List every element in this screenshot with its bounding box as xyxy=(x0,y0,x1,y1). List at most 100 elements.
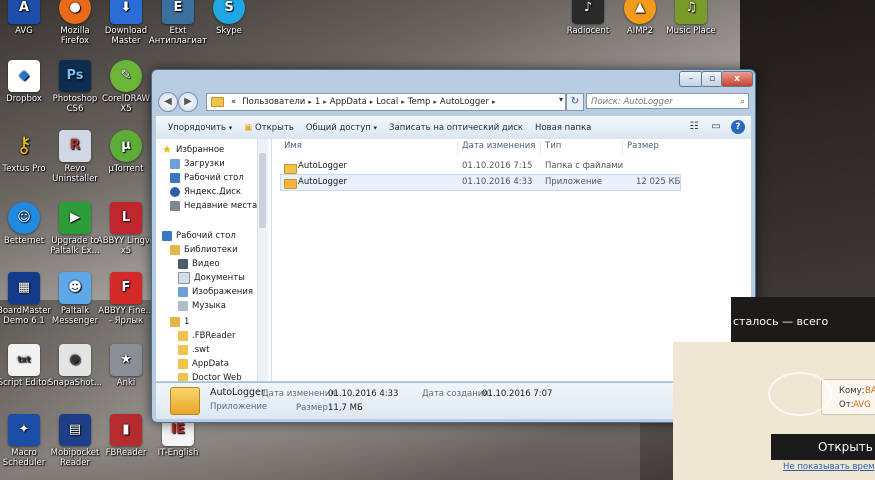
book-icon: L xyxy=(110,202,142,234)
notification-header: сталось — всего xyxy=(731,297,875,342)
desktop-icon-fbreader[interactable]: ▮ FBReader xyxy=(96,414,156,458)
search-input[interactable]: Поиск: AutoLogger ⌕ xyxy=(586,93,749,109)
breadcrumb-item[interactable]: AppData xyxy=(327,97,370,107)
column-divider[interactable] xyxy=(540,141,541,155)
nav-label: AppData xyxy=(192,359,229,369)
breadcrumb-item[interactable]: 1 xyxy=(312,97,323,107)
back-button[interactable]: ◀ xyxy=(158,92,178,112)
nav-item-downloads[interactable]: Загрузки xyxy=(170,157,225,171)
desktop-icon-label: Mozilla Firefox xyxy=(60,26,90,46)
forward-button[interactable]: ▶ xyxy=(178,92,198,112)
column-header-name[interactable]: Имя xyxy=(284,141,302,155)
minimize-button[interactable]: – xyxy=(679,71,703,87)
column-divider[interactable] xyxy=(622,141,623,155)
nav-label: Изображения xyxy=(192,287,254,297)
desktop-icon-label: Photoshop CS6 xyxy=(52,94,98,114)
column-header-type[interactable]: Тип xyxy=(545,141,561,155)
revo-icon: R xyxy=(59,130,91,162)
file-row[interactable]: AutoLogger 01.10.2016 7:15 Папка с файла… xyxy=(280,159,681,174)
desktop-icon-anki[interactable]: ★ Anki xyxy=(96,344,156,388)
desktop-icon-label: Upgrade to Paltalk Ex... xyxy=(50,236,100,256)
nav-item-yandex[interactable]: Яндекс.Диск xyxy=(170,185,241,199)
desktop-icon-coreldraw[interactable]: ✎ CorelDRAW X5 xyxy=(96,60,156,114)
desktop-icon-radiocent[interactable]: ♪ Radiocent xyxy=(558,0,618,36)
ribbon-icon xyxy=(768,372,832,416)
breadcrumb-item[interactable]: Пользователи xyxy=(239,97,308,107)
nav-item-appdata[interactable]: AppData xyxy=(178,357,229,371)
desktop-icon-label: Mobipocket Reader xyxy=(50,448,100,468)
open-button[interactable]: Открыть xyxy=(771,434,875,460)
desktop-icon-utorrent[interactable]: µ µTorrent xyxy=(96,130,156,174)
breadcrumb-item[interactable]: Temp xyxy=(405,97,434,107)
download-folder-icon xyxy=(170,159,180,169)
desktop-icon-label: Macro Scheduler xyxy=(2,448,46,468)
view-controls: ☷ ▭ ? xyxy=(687,120,745,134)
open-button[interactable]: ▣ Открыть xyxy=(238,123,300,133)
preview-pane-icon[interactable]: ▭ xyxy=(709,120,723,134)
etxt-icon: E xyxy=(162,0,194,24)
nav-item-video[interactable]: Видео xyxy=(178,257,220,271)
desktop-icon-music-place[interactable]: ♫ Music Place xyxy=(661,0,721,36)
desktop-icon-label: FBReader xyxy=(105,448,147,458)
details-pane: AutoLogger Приложение Дата изменения: 01… xyxy=(156,382,751,419)
desktop-icon-abbyy-fine[interactable]: F ABBYY Fine... - Ярлык xyxy=(96,272,156,326)
mobipocket-icon: ▤ xyxy=(59,414,91,446)
column-divider[interactable] xyxy=(457,141,458,155)
nav-item-fbreader[interactable]: .FBReader xyxy=(178,329,236,343)
address-bar[interactable]: « Пользователи ▸ 1 ▸ AppData ▸ Local ▸ Temp ▸… xyxy=(206,93,566,111)
file-type: Папка с файлами xyxy=(545,161,624,171)
nav-item-user[interactable]: 1 xyxy=(170,315,189,329)
details-size-value: 11,7 МБ xyxy=(328,403,363,413)
details-created-label: Дата создания: xyxy=(422,389,492,399)
desktop-icon-label: Dropbox xyxy=(6,94,42,104)
window-titlebar[interactable]: – ▫ x xyxy=(152,70,755,88)
notification-headline: сталось — всего xyxy=(733,315,829,328)
nav-item-desktop[interactable]: Рабочий стол xyxy=(170,171,244,185)
open-label: Открыть xyxy=(254,123,294,133)
nav-scrollbar[interactable] xyxy=(257,139,268,381)
documents-icon xyxy=(178,272,190,284)
help-icon[interactable]: ? xyxy=(731,120,745,134)
chevron-down-icon[interactable]: ▾ xyxy=(559,95,563,104)
nav-label: Недавние места xyxy=(184,201,258,211)
star-icon: ★ xyxy=(162,143,172,156)
explorer-window[interactable]: – ▫ x ◀ ▶ « Пользователи ▸ 1 ▸ AppData ▸ Lo… xyxy=(151,69,756,423)
organize-menu[interactable]: Упорядочить ▾ xyxy=(156,123,238,133)
search-icon[interactable]: ⌕ xyxy=(740,94,745,110)
dont-show-link[interactable]: Не показывать врем xyxy=(783,462,875,472)
maximize-button[interactable]: ▫ xyxy=(701,71,723,87)
video-icon xyxy=(178,259,188,269)
nav-item-favorites[interactable]: ★ Избранное xyxy=(162,143,224,157)
yandex-disk-icon xyxy=(170,187,180,197)
paltalk-icon: ☻ xyxy=(59,272,91,304)
nav-item-desktop-root[interactable]: Рабочий стол xyxy=(162,229,236,243)
breadcrumb-item[interactable]: AutoLogger xyxy=(437,97,492,107)
refresh-button[interactable]: ↻ xyxy=(566,93,584,111)
column-header-size[interactable]: Размер xyxy=(627,141,659,155)
chevron-right-icon[interactable]: ▸ xyxy=(492,98,496,106)
nav-item-libraries[interactable]: Библиотеки xyxy=(170,243,238,257)
nav-item-recent[interactable]: Недавние места xyxy=(170,199,257,213)
desktop-icon-skype[interactable]: S Skype xyxy=(199,0,259,36)
details-kind: Приложение xyxy=(210,402,268,412)
share-menu[interactable]: Общий доступ ▾ xyxy=(300,123,383,133)
betternet-icon: ☺ xyxy=(8,202,40,234)
file-row-selected[interactable]: AutoLogger 01.10.2016 4:33 Приложение 12… xyxy=(280,174,681,191)
burn-button[interactable]: Записать на оптический диск xyxy=(383,123,529,133)
nav-item-swt[interactable]: .swt xyxy=(178,343,209,357)
desktop-icon-label: Radiocent xyxy=(566,26,610,36)
folder-icon xyxy=(178,373,188,381)
nav-item-documents[interactable]: Документы xyxy=(178,271,245,285)
scrollbar-thumb[interactable] xyxy=(259,153,266,228)
desktop-icon-abbyy-lingvo[interactable]: L ABBYY Lingvo x5 xyxy=(96,202,156,256)
nav-item-images[interactable]: Изображения xyxy=(178,285,253,299)
breadcrumb-item[interactable]: Local xyxy=(373,97,401,107)
nav-item-doctorweb[interactable]: Doctor Web xyxy=(178,371,242,381)
camera-icon: ▶ xyxy=(59,202,91,234)
view-options-icon[interactable]: ☷ xyxy=(687,120,701,134)
column-header-date[interactable]: Дата изменения xyxy=(462,141,535,155)
close-button[interactable]: x xyxy=(721,71,753,87)
new-folder-button[interactable]: Новая папка xyxy=(529,123,597,133)
desktop-icon-download-master[interactable]: ⬇ Download Master xyxy=(96,0,156,46)
nav-item-music[interactable]: Музыка xyxy=(178,299,226,313)
